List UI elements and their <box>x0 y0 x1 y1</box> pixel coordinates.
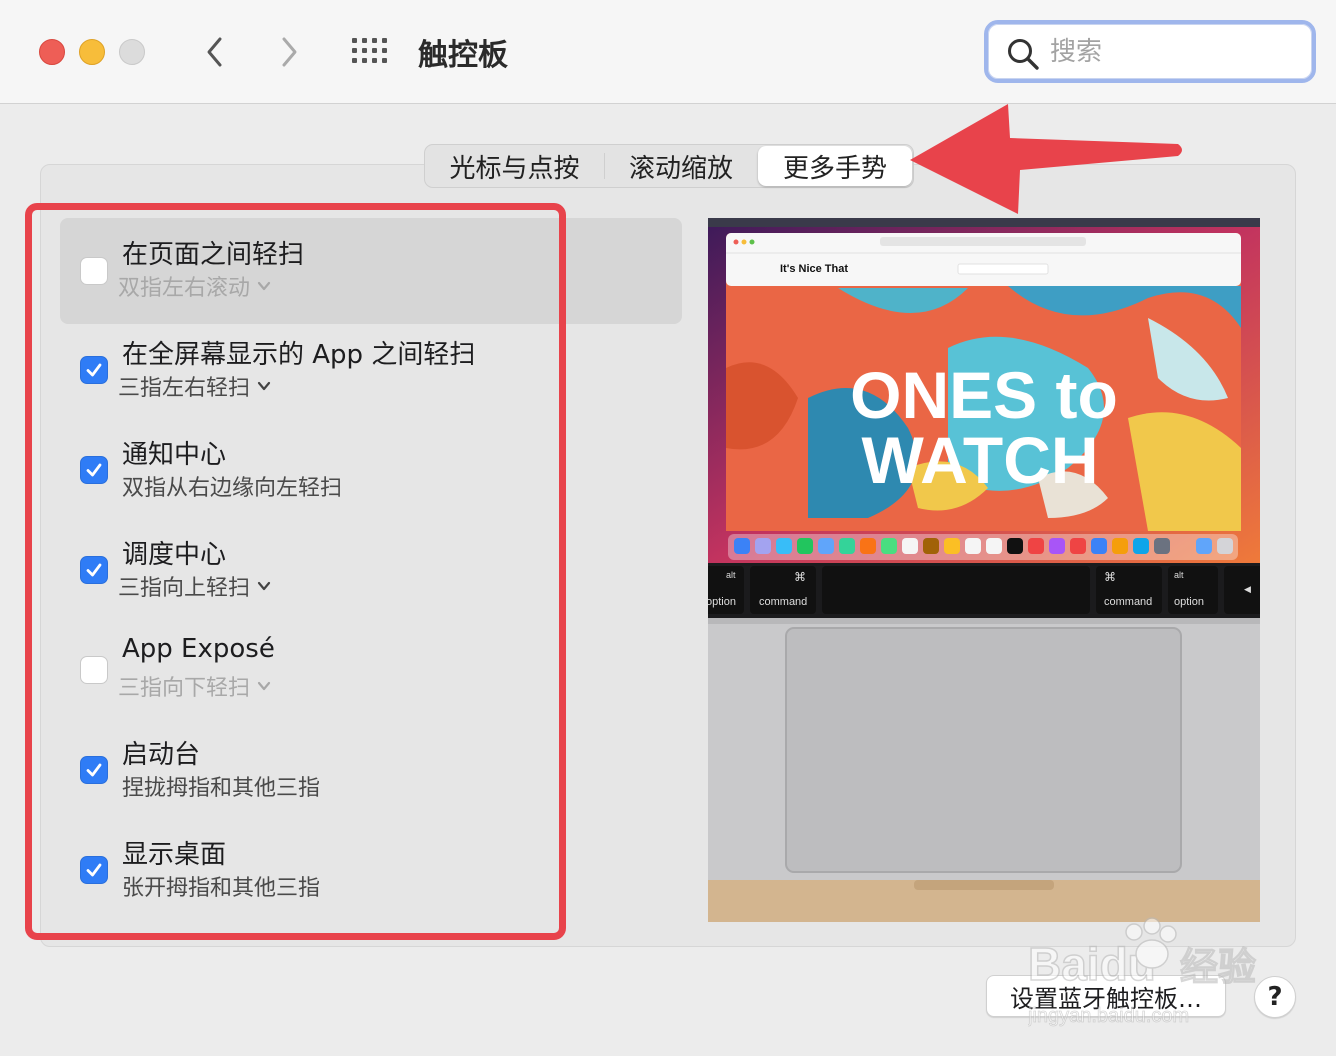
window-title: 触控板 <box>418 38 508 73</box>
chevron-left-icon <box>207 37 222 67</box>
chevron-down-icon <box>257 281 271 291</box>
key-label-option: option <box>708 596 736 608</box>
zoom-window-button[interactable] <box>119 39 145 65</box>
chevron-down-icon <box>257 681 271 691</box>
gesture-row-app-expose[interactable]: App Exposé 三指向下轻扫 <box>60 618 682 724</box>
gesture-row-launchpad[interactable]: 启动台 捏拢拇指和其他三指 <box>60 718 682 824</box>
browser-site-brand: It's Nice That <box>780 263 848 275</box>
chevron-right-icon <box>282 37 297 67</box>
gesture-subtitle: 三指左右轻扫 <box>118 376 251 401</box>
checkbox-mission-control[interactable] <box>80 556 108 584</box>
show-all-grid-icon[interactable] <box>352 38 390 66</box>
command-symbol-icon: ⌘ <box>1104 570 1116 584</box>
gesture-row-swipe-between-pages[interactable]: 在页面之间轻扫 双指左右滚动 <box>60 218 682 324</box>
checkbox-swipe-between-pages[interactable] <box>80 257 108 285</box>
checkbox-show-desktop[interactable] <box>80 856 108 884</box>
gesture-option-dropdown[interactable]: 三指向上轻扫 <box>118 570 272 602</box>
gesture-option-dropdown[interactable]: 三指向下轻扫 <box>118 670 272 702</box>
search-input[interactable] <box>1050 34 1290 70</box>
checkmark-icon <box>86 863 102 877</box>
search-field[interactable] <box>984 20 1316 83</box>
gesture-title: 通知中心 <box>122 440 227 470</box>
segmented-tabs: 光标与点按 滚动缩放 更多手势 <box>424 144 914 188</box>
gesture-title: 调度中心 <box>122 540 227 570</box>
gesture-row-notification-center[interactable]: 通知中心 双指从右边缘向左轻扫 <box>60 418 682 524</box>
headline-text-1: ONES to <box>850 358 1118 432</box>
key-label-alt: alt <box>1174 570 1184 580</box>
key-label-command: command <box>1104 596 1152 608</box>
setup-bluetooth-trackpad-button[interactable]: 设置蓝牙触控板… <box>986 975 1226 1017</box>
chevron-down-icon <box>257 581 271 591</box>
gesture-option-dropdown[interactable]: 三指左右轻扫 <box>118 370 272 402</box>
gesture-row-show-desktop[interactable]: 显示桌面 张开拇指和其他三指 <box>60 818 682 924</box>
close-window-button[interactable] <box>39 39 65 65</box>
back-button[interactable] <box>200 32 230 72</box>
minimize-window-button[interactable] <box>79 39 105 65</box>
gesture-title: App Exposé <box>122 634 275 664</box>
headline-text-2: WATCH <box>861 423 1098 497</box>
gesture-preview-video: It's Nice That ONES to WATCH alt option … <box>708 218 1260 922</box>
tab-scroll-and-zoom[interactable]: 滚动缩放 <box>605 145 757 187</box>
gesture-title: 在页面之间轻扫 <box>122 240 305 270</box>
chevron-down-icon <box>257 381 271 391</box>
search-icon <box>1008 39 1039 70</box>
gesture-option-dropdown[interactable]: 双指左右滚动 <box>118 270 272 302</box>
checkbox-app-expose[interactable] <box>80 656 108 684</box>
key-label-command: command <box>759 596 807 608</box>
gesture-subtitle: 双指从右边缘向左轻扫 <box>122 476 343 501</box>
macbook-preview-illustration: It's Nice That ONES to WATCH alt option … <box>708 218 1260 922</box>
checkbox-launchpad[interactable] <box>80 756 108 784</box>
tab-more-gestures[interactable]: 更多手势 <box>758 146 912 186</box>
checkbox-swipe-between-fullscreen-apps[interactable] <box>80 356 108 384</box>
key-label-option: option <box>1174 596 1204 608</box>
forward-button[interactable] <box>274 32 304 72</box>
checkmark-icon <box>86 763 102 777</box>
help-button[interactable]: ? <box>1254 976 1296 1018</box>
gesture-title: 显示桌面 <box>122 840 227 870</box>
gesture-title: 启动台 <box>122 740 201 770</box>
checkbox-notification-center[interactable] <box>80 456 108 484</box>
gesture-subtitle: 捏拢拇指和其他三指 <box>122 776 321 801</box>
tab-point-and-click[interactable]: 光标与点按 <box>425 153 605 184</box>
gesture-subtitle: 张开拇指和其他三指 <box>122 876 321 901</box>
annotation-arrow-icon <box>910 104 1182 214</box>
gesture-subtitle: 三指向上轻扫 <box>118 576 251 601</box>
checkmark-icon <box>86 563 102 577</box>
gesture-row-swipe-between-fullscreen-apps[interactable]: 在全屏幕显示的 App 之间轻扫 三指左右轻扫 <box>60 318 682 424</box>
checkmark-icon <box>86 363 102 377</box>
key-label-alt: alt <box>726 570 736 580</box>
gesture-row-mission-control[interactable]: 调度中心 三指向上轻扫 <box>60 518 682 624</box>
arrow-left-key-icon: ◀ <box>1244 585 1251 595</box>
title-bar: 触控板 <box>0 0 1336 104</box>
command-symbol-icon: ⌘ <box>794 570 806 584</box>
gesture-title: 在全屏幕显示的 App 之间轻扫 <box>122 340 476 370</box>
gesture-subtitle: 双指左右滚动 <box>118 276 251 301</box>
checkmark-icon <box>86 463 102 477</box>
gesture-subtitle: 三指向下轻扫 <box>118 676 251 701</box>
